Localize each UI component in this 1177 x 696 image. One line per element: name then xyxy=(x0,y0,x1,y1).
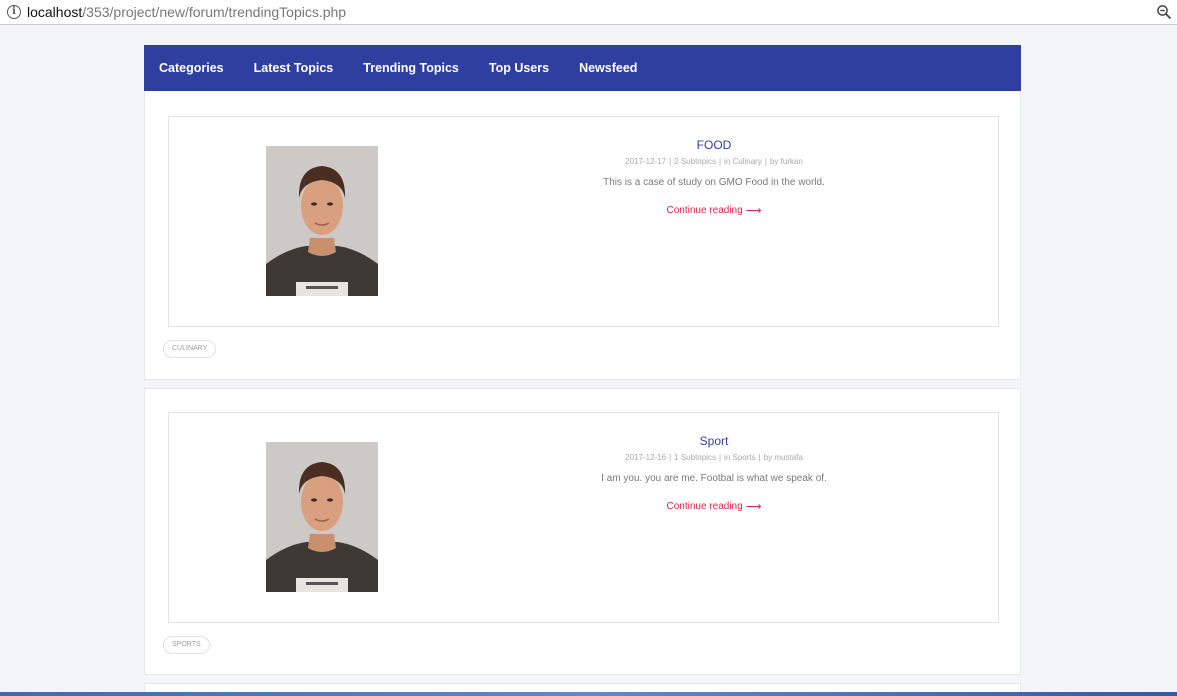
continue-reading-link[interactable]: Continue reading ⟶ xyxy=(667,500,762,513)
nav-latest-topics[interactable]: Latest Topics xyxy=(254,61,334,75)
continue-reading-link[interactable]: Continue reading ⟶ xyxy=(667,204,762,217)
post-content-box: FOOD 2017-12-17 | 2 Subtopics | in Culinary |… xyxy=(168,116,999,327)
url-path: /353/project/new/forum/trendingTopics.ph… xyxy=(82,4,347,20)
url-host: localhost xyxy=(27,4,83,20)
info-icon[interactable]: i xyxy=(7,5,21,19)
post-author: by mustafa xyxy=(763,453,803,462)
continue-reading-label: Continue reading xyxy=(666,501,743,512)
post-content-box: Sport 2017-12-16 | 1 Subtopics | in Sports | b… xyxy=(168,412,999,623)
post-category: in Culinary xyxy=(724,157,762,166)
nav-trending-topics[interactable]: Trending Topics xyxy=(363,61,459,75)
category-tag[interactable]: SPORTS xyxy=(163,636,210,654)
continue-reading-label: Continue reading xyxy=(666,205,743,216)
post-description: This is a case of study on GMO Food in t… xyxy=(603,177,825,188)
post-card: Sport 2017-12-16 | 1 Subtopics | in Sports | b… xyxy=(144,388,1021,675)
post-title[interactable]: Sport xyxy=(549,434,879,448)
post-title[interactable]: FOOD xyxy=(549,138,879,152)
post-category: in Sports xyxy=(724,453,756,462)
post-date: 2017-12-16 xyxy=(625,453,667,462)
post-date: 2017-12-17 xyxy=(625,157,667,166)
post-card: FOOD 2017-12-17 | 2 Subtopics | in Culinary |… xyxy=(144,91,1021,380)
zoom-icon[interactable] xyxy=(1156,4,1172,20)
main-navbar: Categories Latest Topics Trending Topics… xyxy=(144,45,1021,91)
arrow-right-icon: ⟶ xyxy=(745,501,762,513)
arrow-right-icon: ⟶ xyxy=(745,205,762,217)
post-meta: 2017-12-16 | 1 Subtopics | in Sports | by must… xyxy=(625,453,803,462)
post-author-photo xyxy=(266,146,378,296)
post-subtopics: 1 Subtopics xyxy=(674,453,716,462)
taskbar-edge xyxy=(0,692,1177,696)
nav-categories[interactable]: Categories xyxy=(159,61,224,75)
post-description: I am you. you are me. Footbal is what we… xyxy=(601,473,827,484)
browser-address-bar[interactable]: i localhost/353/project/new/forum/trendi… xyxy=(0,0,1177,25)
post-text: FOOD 2017-12-17 | 2 Subtopics | in Culinary |… xyxy=(549,138,879,218)
nav-top-users[interactable]: Top Users xyxy=(489,61,549,75)
category-tag[interactable]: CULINARY xyxy=(163,340,217,358)
post-meta: 2017-12-17 | 2 Subtopics | in Culinary | by fu… xyxy=(625,157,803,166)
post-subtopics: 2 Subtopics xyxy=(674,157,716,166)
nav-newsfeed[interactable]: Newsfeed xyxy=(579,61,637,75)
post-author-photo xyxy=(266,442,378,592)
url-field[interactable]: localhost/353/project/new/forum/trending… xyxy=(27,4,346,20)
post-text: Sport 2017-12-16 | 1 Subtopics | in Sports | b… xyxy=(549,434,879,514)
post-author: by furkan xyxy=(769,157,803,166)
